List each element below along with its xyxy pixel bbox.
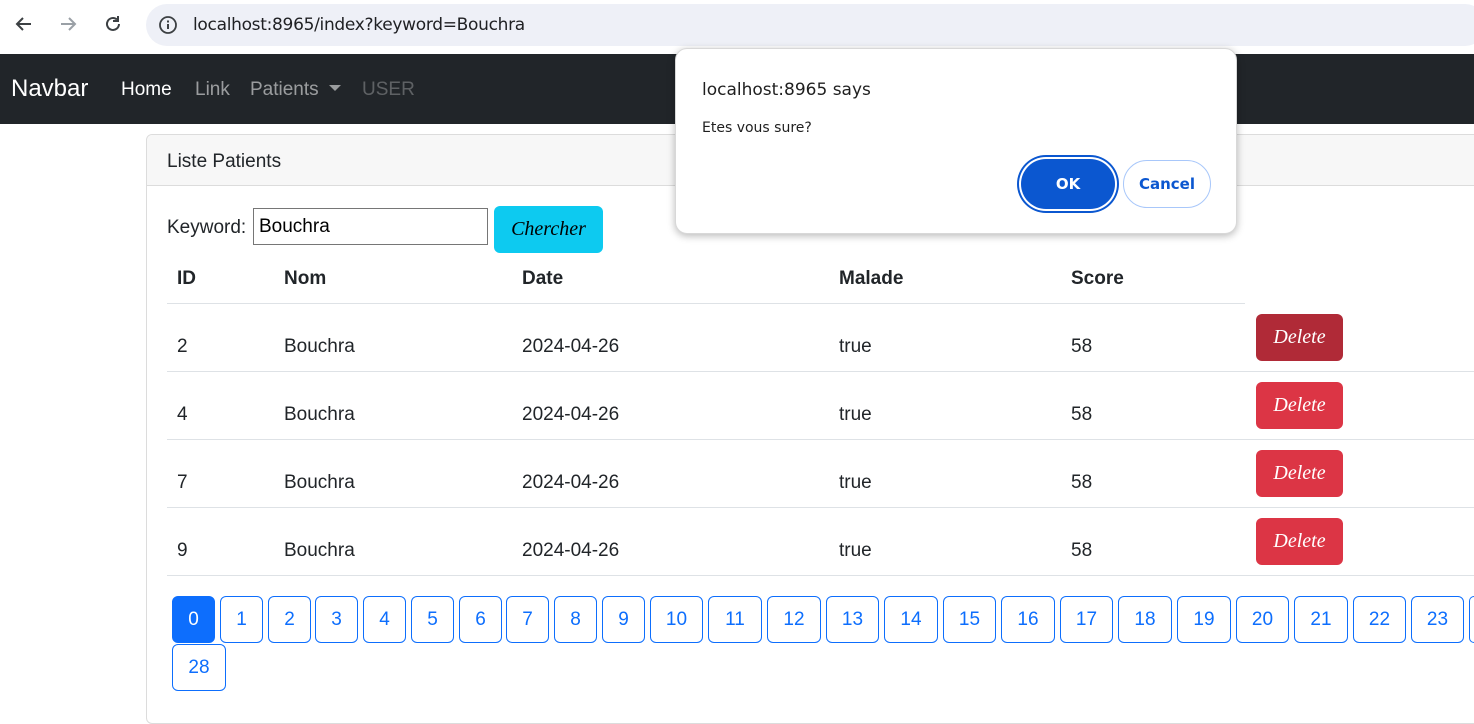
page-button-8[interactable]: 8 (554, 596, 597, 643)
page-button-6[interactable]: 6 (459, 596, 502, 643)
cell-nom: Bouchra (284, 336, 355, 357)
cell-id: 2 (177, 336, 188, 357)
delete-button[interactable]: Delete (1256, 314, 1343, 361)
column-header-id: ID (177, 268, 196, 289)
row-divider (167, 507, 1474, 508)
cell-nom: Bouchra (284, 540, 355, 561)
cell-id: 9 (177, 540, 188, 561)
page-button-2[interactable]: 2 (268, 596, 311, 643)
dialog-message: Etes vous sure? (702, 120, 812, 136)
cell-date: 2024-04-26 (522, 336, 620, 357)
row-divider (167, 575, 1474, 576)
cell-id: 4 (177, 404, 188, 425)
cell-id: 7 (177, 472, 188, 493)
page-button-15[interactable]: 15 (943, 596, 996, 643)
page-button-23[interactable]: 23 (1411, 596, 1464, 643)
cell-nom: Bouchra (284, 472, 355, 493)
page-button-9[interactable]: 9 (602, 596, 645, 643)
nav-dropdown-patients[interactable]: Patients (250, 79, 341, 101)
page-button-1[interactable]: 1 (220, 596, 263, 643)
row-divider (167, 371, 1474, 372)
cell-malade: true (839, 404, 872, 425)
page-button-17[interactable]: 17 (1060, 596, 1113, 643)
page-button-5[interactable]: 5 (411, 596, 454, 643)
column-header-date: Date (522, 268, 564, 289)
page-button-24-partial[interactable] (1469, 596, 1474, 643)
page-button-16[interactable]: 16 (1001, 596, 1055, 643)
keyword-input[interactable] (253, 208, 488, 245)
cell-date: 2024-04-26 (522, 472, 620, 493)
page-button-10[interactable]: 10 (650, 596, 703, 643)
dialog-title: localhost:8965 says (702, 80, 871, 100)
ok-button[interactable]: OK (1021, 159, 1115, 209)
cell-date: 2024-04-26 (522, 404, 620, 425)
nav-link-home[interactable]: Home (121, 79, 172, 101)
delete-button[interactable]: Delete (1256, 450, 1343, 497)
confirm-dialog: localhost:8965 says Etes vous sure? OK C… (675, 48, 1237, 234)
cell-malade: true (839, 540, 872, 561)
forward-arrow-icon[interactable] (56, 12, 80, 36)
column-header-score: Score (1071, 268, 1124, 289)
nav-link-user: USER (362, 79, 415, 100)
page-button-19[interactable]: 19 (1177, 596, 1231, 643)
page-button-0[interactable]: 0 (172, 596, 215, 643)
address-bar[interactable]: localhost:8965/index?keyword=Bouchra (146, 4, 1474, 46)
browser-toolbar: localhost:8965/index?keyword=Bouchra (0, 0, 1474, 54)
page-button-18[interactable]: 18 (1118, 596, 1172, 643)
cell-date: 2024-04-26 (522, 540, 620, 561)
nav-dropdown-patients-label: Patients (250, 79, 319, 100)
page-button-28[interactable]: 28 (172, 644, 226, 691)
column-header-malade: Malade (839, 268, 904, 289)
page-button-4[interactable]: 4 (363, 596, 406, 643)
page-button-12[interactable]: 12 (767, 596, 821, 643)
table-header-divider (167, 303, 1245, 304)
delete-button[interactable]: Delete (1256, 382, 1343, 429)
keyword-label: Keyword: (167, 217, 247, 238)
cell-malade: true (839, 472, 872, 493)
page-button-20[interactable]: 20 (1236, 596, 1289, 643)
site-info-icon[interactable] (158, 15, 178, 35)
cell-score: 58 (1071, 336, 1093, 357)
card-title: Liste Patients (167, 151, 282, 172)
cell-malade: true (839, 336, 872, 357)
url-text: localhost:8965/index?keyword=Bouchra (193, 15, 525, 35)
reload-icon[interactable] (101, 12, 125, 36)
page-button-22[interactable]: 22 (1353, 596, 1406, 643)
row-divider (167, 439, 1474, 440)
navbar-brand[interactable]: Navbar (11, 75, 88, 103)
cancel-button[interactable]: Cancel (1123, 160, 1211, 208)
chevron-down-icon (328, 85, 341, 92)
cell-score: 58 (1071, 540, 1093, 561)
page-button-14[interactable]: 14 (884, 596, 938, 643)
column-header-nom: Nom (284, 268, 327, 289)
nav-link-link[interactable]: Link (195, 79, 230, 101)
page-button-3[interactable]: 3 (315, 596, 358, 643)
cell-nom: Bouchra (284, 404, 355, 425)
cell-score: 58 (1071, 472, 1093, 493)
delete-button[interactable]: Delete (1256, 518, 1343, 565)
page-button-7[interactable]: 7 (506, 596, 549, 643)
back-arrow-icon[interactable] (12, 12, 36, 36)
search-button[interactable]: Chercher (494, 206, 603, 253)
page-button-13[interactable]: 13 (826, 596, 879, 643)
page-button-21[interactable]: 21 (1294, 596, 1348, 643)
cell-score: 58 (1071, 404, 1093, 425)
page-button-11[interactable]: 11 (708, 596, 762, 643)
